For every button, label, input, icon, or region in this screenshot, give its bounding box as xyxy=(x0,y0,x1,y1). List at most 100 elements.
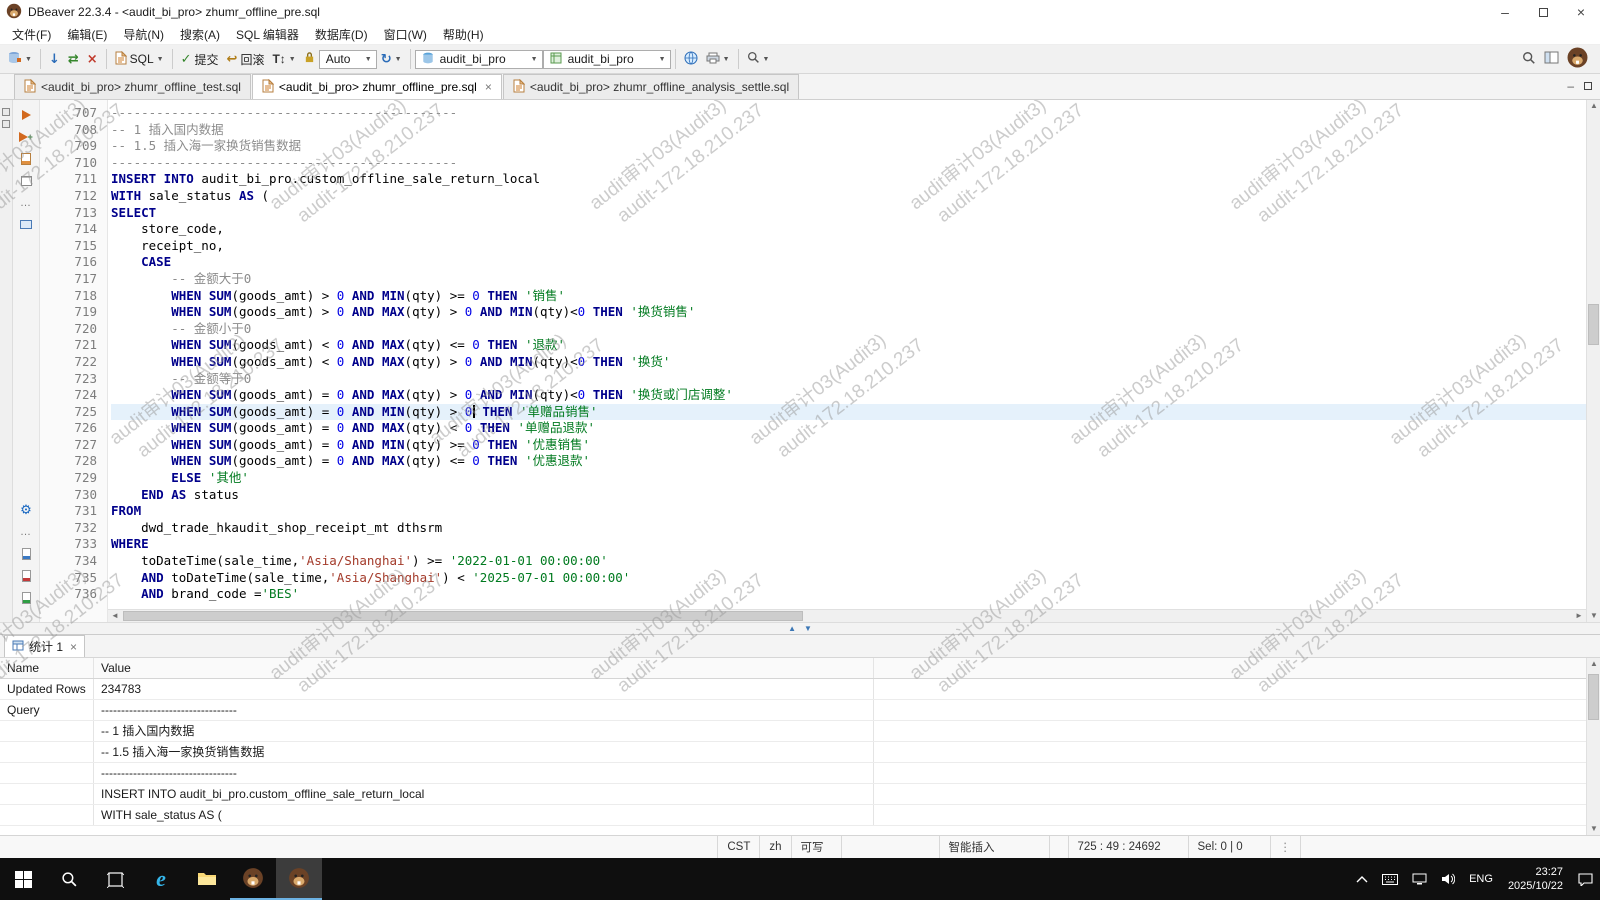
network-icon[interactable] xyxy=(1405,858,1434,900)
code-line-730[interactable]: END AS status xyxy=(111,487,1586,504)
autocommit-select[interactable]: Auto ▼ xyxy=(319,50,377,69)
tray-chevron-up-icon[interactable] xyxy=(1349,858,1375,900)
results-value-cell[interactable]: ---------------------------------- xyxy=(94,763,874,783)
code-line-711[interactable]: INSERT INTO audit_bi_pro.custom_offline_… xyxy=(111,171,1586,188)
connection-select[interactable]: audit_bi_pro ▼ xyxy=(415,50,543,69)
maximize-editor-icon[interactable] xyxy=(1584,79,1592,93)
dbeaver-taskbar-button[interactable] xyxy=(230,858,276,900)
file-explorer-button[interactable] xyxy=(184,858,230,900)
script-export-icon[interactable] xyxy=(22,591,31,604)
results-header-name[interactable]: Name xyxy=(0,658,94,678)
code-line-718[interactable]: WHEN SUM(goods_amt) > 0 AND MIN(qty) >= … xyxy=(111,288,1586,305)
results-row-6[interactable]: WITH sale_status AS ( xyxy=(0,805,1586,826)
results-row-1[interactable]: Query---------------------------------- xyxy=(0,700,1586,721)
rollback-button[interactable]: ↩ 回滚 xyxy=(223,49,269,70)
tab-close-icon[interactable]: × xyxy=(70,640,77,654)
code-line-728[interactable]: WHEN SUM(goods_amt) = 0 AND MAX(qty) <= … xyxy=(111,453,1586,470)
menu-item-5[interactable]: 数据库(D) xyxy=(307,24,376,45)
results-row-3[interactable]: -- 1.5 插入海一家换货销售数据 xyxy=(0,742,1586,763)
sql-code-area[interactable]: ----------------------------------------… xyxy=(108,100,1586,609)
statistics-tab[interactable]: 统计 1 × xyxy=(4,635,85,657)
menu-item-6[interactable]: 窗口(W) xyxy=(376,24,435,45)
results-row-4[interactable]: ---------------------------------- xyxy=(0,763,1586,784)
scroll-up-icon[interactable]: ▲ xyxy=(1587,100,1600,112)
language-indicator[interactable]: ENG xyxy=(1462,858,1500,900)
menu-item-0[interactable]: 文件(F) xyxy=(4,24,59,45)
results-row-2[interactable]: -- 1 插入国内数据 xyxy=(0,721,1586,742)
code-line-707[interactable]: ----------------------------------------… xyxy=(111,105,1586,122)
query-history-button[interactable]: ↻ ▼ xyxy=(377,50,406,69)
results-value-cell[interactable]: 234783 xyxy=(94,679,874,699)
scroll-up-icon[interactable]: ▲ xyxy=(1587,658,1600,670)
code-line-723[interactable]: -- 金额等于0 xyxy=(111,371,1586,388)
minimize-editor-icon[interactable]: – xyxy=(1567,79,1574,93)
code-line-721[interactable]: WHEN SUM(goods_amt) < 0 AND MAX(qty) <= … xyxy=(111,337,1586,354)
code-line-712[interactable]: WITH sale_status AS ( xyxy=(111,188,1586,205)
results-row-0[interactable]: Updated Rows234783 xyxy=(0,679,1586,700)
explain-plan-icon[interactable] xyxy=(21,174,32,187)
perspective-icon[interactable] xyxy=(1544,51,1559,67)
schema-select[interactable]: audit_bi_pro ▼ xyxy=(543,50,671,69)
search-dropdown-button[interactable]: ▼ xyxy=(743,49,774,69)
code-line-734[interactable]: toDateTime(sale_time,'Asia/Shanghai') >=… xyxy=(111,553,1586,570)
results-name-cell[interactable]: Updated Rows xyxy=(0,679,94,699)
results-value-cell[interactable]: WITH sale_status AS ( xyxy=(94,805,874,825)
tab-close-icon[interactable]: × xyxy=(485,80,492,94)
maximize-button[interactable] xyxy=(1524,0,1562,24)
editor-tab-2[interactable]: <audit_bi_pro> zhumr_offline_analysis_se… xyxy=(503,74,799,99)
taskbar-search-button[interactable] xyxy=(46,858,92,900)
results-name-cell[interactable] xyxy=(0,763,94,783)
code-line-729[interactable]: ELSE '其他' xyxy=(111,470,1586,487)
editor-tab-0[interactable]: <audit_bi_pro> zhumr_offline_test.sql xyxy=(14,74,251,99)
dbeaver-taskbar-button-active[interactable] xyxy=(276,858,322,900)
volume-icon[interactable] xyxy=(1434,858,1462,900)
menu-item-4[interactable]: SQL 编辑器 xyxy=(228,24,307,45)
cancel-execution-button[interactable]: × xyxy=(83,50,102,69)
action-center-icon[interactable] xyxy=(1571,858,1600,900)
menu-item-3[interactable]: 搜索(A) xyxy=(172,24,228,45)
hscroll-thumb[interactable] xyxy=(123,611,803,621)
browse-globe-button[interactable] xyxy=(680,49,702,70)
code-line-715[interactable]: receipt_no, xyxy=(111,238,1586,255)
code-line-736[interactable]: AND brand_code ='BES' xyxy=(111,586,1586,603)
code-line-716[interactable]: CASE xyxy=(111,254,1586,271)
script-output-icon[interactable] xyxy=(22,547,31,560)
task-view-button[interactable] xyxy=(92,858,138,900)
results-vscroll-thumb[interactable] xyxy=(1588,674,1599,720)
results-row-5[interactable]: INSERT INTO audit_bi_pro.custom_offline_… xyxy=(0,784,1586,805)
new-connection-button[interactable]: ▼ xyxy=(4,49,36,70)
code-line-710[interactable]: ----------------------------------------… xyxy=(111,155,1586,172)
results-header-value[interactable]: Value xyxy=(94,658,874,678)
results-value-cell[interactable]: INSERT INTO audit_bi_pro.custom_offline_… xyxy=(94,784,874,804)
script-log-icon[interactable] xyxy=(22,569,31,582)
code-line-720[interactable]: -- 金额小于0 xyxy=(111,321,1586,338)
internet-explorer-button[interactable]: e xyxy=(138,858,184,900)
code-line-724[interactable]: WHEN SUM(goods_amt) = 0 AND MAX(qty) > 0… xyxy=(111,387,1586,404)
taskbar-clock[interactable]: 23:27 2025/10/22 xyxy=(1500,865,1571,893)
code-line-727[interactable]: WHEN SUM(goods_amt) = 0 AND MIN(qty) >= … xyxy=(111,437,1586,454)
export-button[interactable]: ▼ xyxy=(702,50,734,69)
sash-collapse-up-icon[interactable]: ▲ xyxy=(788,625,796,633)
vscroll-thumb[interactable] xyxy=(1588,304,1599,346)
close-button[interactable]: × xyxy=(1562,0,1600,24)
execute-sql-icon[interactable] xyxy=(22,108,31,121)
code-line-713[interactable]: SELECT xyxy=(111,205,1586,222)
sash-collapse-down-icon[interactable]: ▼ xyxy=(804,625,812,633)
settings-gear-icon[interactable]: ⚙ xyxy=(20,503,32,516)
menu-item-2[interactable]: 导航(N) xyxy=(115,24,172,45)
restore-projects-icon[interactable] xyxy=(2,120,10,128)
code-line-725[interactable]: WHEN SUM(goods_amt) = 0 AND MIN(qty) > 0… xyxy=(111,404,1586,421)
results-name-cell[interactable] xyxy=(0,805,94,825)
scroll-left-icon[interactable]: ◄ xyxy=(108,610,122,622)
rail-more-bottom-icon[interactable]: … xyxy=(20,525,32,538)
scroll-right-icon[interactable]: ► xyxy=(1572,610,1586,622)
execute-sql-new-tab-icon[interactable]: + xyxy=(19,130,32,143)
results-name-cell[interactable] xyxy=(0,721,94,741)
fetch-next-button[interactable]: ↓ xyxy=(45,50,64,69)
commit-button[interactable]: ✓ 提交 xyxy=(177,49,223,70)
restore-navigator-icon[interactable] xyxy=(2,108,10,116)
editor-horizontal-scrollbar[interactable]: ◄ ► xyxy=(108,609,1586,622)
rail-more-icon[interactable]: … xyxy=(20,196,32,209)
code-line-733[interactable]: WHERE xyxy=(111,536,1586,553)
dbeaver-brand-icon[interactable] xyxy=(1567,47,1588,71)
